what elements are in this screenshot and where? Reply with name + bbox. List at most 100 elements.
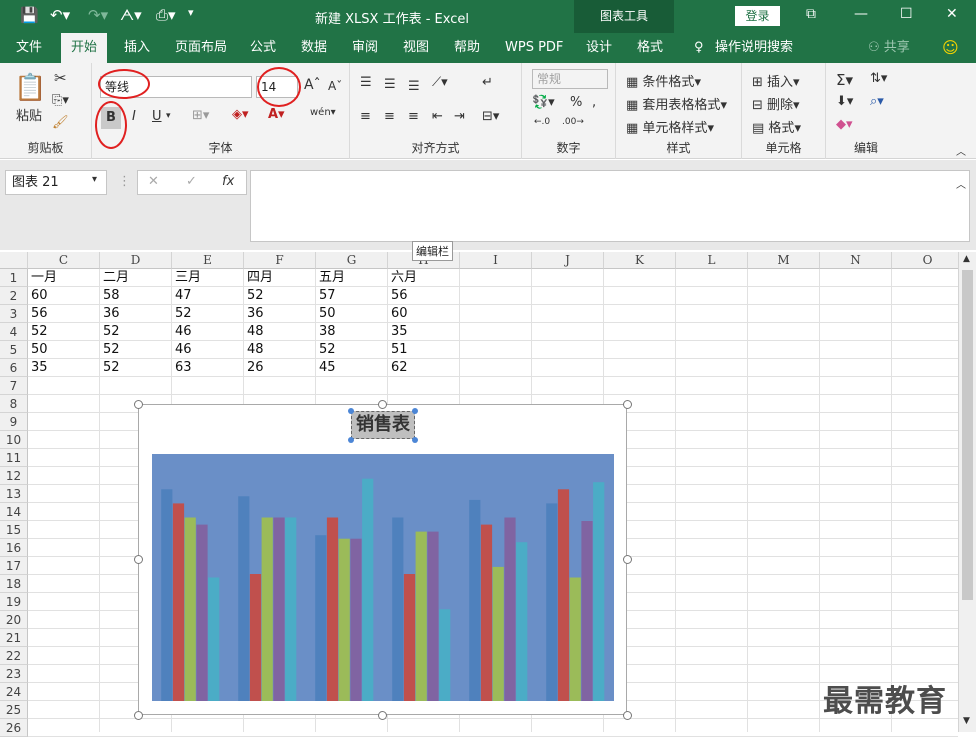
- column-header[interactable]: F: [244, 252, 316, 269]
- login-button[interactable]: 登录: [735, 6, 780, 26]
- paste-icon[interactable]: 📋: [14, 73, 46, 103]
- row-header[interactable]: 17: [0, 557, 28, 575]
- tab-insert[interactable]: 插入: [114, 33, 160, 63]
- chart-bar[interactable]: [184, 517, 196, 702]
- chart-bar[interactable]: [469, 499, 481, 701]
- comma-icon[interactable]: ,: [592, 95, 596, 110]
- wrap-text-icon[interactable]: ↵: [482, 75, 493, 90]
- share-button[interactable]: ⚇ 共享: [858, 33, 920, 63]
- table-cell[interactable]: 52: [316, 341, 388, 359]
- table-cell[interactable]: 50: [316, 305, 388, 323]
- insert-function-icon[interactable]: fx: [222, 174, 234, 189]
- top-align-icon[interactable]: ☰: [360, 75, 372, 90]
- column-header[interactable]: K: [604, 252, 676, 269]
- row-header[interactable]: 1: [0, 269, 28, 287]
- title-handle[interactable]: [412, 437, 418, 443]
- table-cell[interactable]: 52: [172, 305, 244, 323]
- resize-handle-br[interactable]: [623, 711, 632, 720]
- row-header[interactable]: 5: [0, 341, 28, 359]
- shrink-font-icon[interactable]: Aˇ: [328, 79, 342, 93]
- find-select-icon[interactable]: ⌕▾: [870, 94, 884, 109]
- resize-handle-tl[interactable]: [134, 400, 143, 409]
- align-left-icon[interactable]: ≡: [360, 109, 371, 124]
- chart-bar[interactable]: [161, 489, 173, 701]
- resize-handle-bl[interactable]: [134, 711, 143, 720]
- table-format-button[interactable]: ▦ 套用表格格式▾: [626, 94, 727, 113]
- column-header[interactable]: N: [820, 252, 892, 269]
- scroll-down-icon[interactable]: ▼: [963, 716, 970, 726]
- chart-title[interactable]: 销售表: [351, 411, 415, 439]
- chart-bar[interactable]: [415, 531, 427, 701]
- tab-data[interactable]: 数据: [291, 33, 337, 63]
- select-all-corner[interactable]: [0, 252, 28, 269]
- chart-bar[interactable]: [249, 574, 262, 701]
- table-cell[interactable]: 46: [172, 341, 244, 359]
- number-format-select[interactable]: 常规: [532, 69, 608, 89]
- table-cell[interactable]: 52: [100, 323, 172, 341]
- phonetic-icon[interactable]: wén▾: [310, 107, 336, 118]
- row-header[interactable]: 15: [0, 521, 28, 539]
- percent-icon[interactable]: %: [570, 95, 582, 110]
- copy-icon[interactable]: ⎘▾: [52, 93, 69, 108]
- row-header[interactable]: 8: [0, 395, 28, 413]
- format-painter-icon[interactable]: 🖌: [52, 115, 69, 130]
- cut-icon[interactable]: ✂: [54, 69, 67, 87]
- table-cell[interactable]: 52: [244, 287, 316, 305]
- table-cell[interactable]: 46: [172, 323, 244, 341]
- tab-design[interactable]: 设计: [576, 33, 622, 63]
- font-color-icon[interactable]: A▾: [268, 107, 285, 122]
- column-header[interactable]: D: [100, 252, 172, 269]
- increase-indent-icon[interactable]: ⇥: [454, 109, 465, 124]
- resize-handle-b[interactable]: [378, 711, 387, 720]
- middle-align-icon[interactable]: ☰: [384, 77, 396, 92]
- chart-bar[interactable]: [172, 503, 185, 701]
- row-header[interactable]: 2: [0, 287, 28, 305]
- autosum-icon[interactable]: Σ▾: [836, 71, 853, 89]
- row-header[interactable]: 21: [0, 629, 28, 647]
- title-handle[interactable]: [412, 408, 418, 414]
- format-painter-qa-icon[interactable]: ᗅ▾: [120, 6, 142, 24]
- scroll-up-icon[interactable]: ▲: [963, 254, 970, 264]
- smiley-icon[interactable]: ☺: [932, 33, 969, 63]
- row-header[interactable]: 3: [0, 305, 28, 323]
- table-cell[interactable]: 51: [388, 341, 460, 359]
- chart-bar[interactable]: [196, 524, 208, 701]
- print-preview-icon[interactable]: ⎙▾: [156, 6, 176, 24]
- tab-file[interactable]: 文件: [6, 33, 52, 63]
- formula-input[interactable]: [250, 170, 970, 242]
- column-header[interactable]: C: [28, 252, 100, 269]
- table-cell[interactable]: 26: [244, 359, 316, 377]
- chart-bar[interactable]: [208, 577, 220, 702]
- chart-bar[interactable]: [427, 531, 439, 701]
- table-cell[interactable]: 58: [100, 287, 172, 305]
- chart-bar[interactable]: [516, 542, 528, 701]
- row-header[interactable]: 24: [0, 683, 28, 701]
- align-center-icon[interactable]: ≡: [384, 109, 395, 124]
- column-header[interactable]: E: [172, 252, 244, 269]
- row-header[interactable]: 11: [0, 449, 28, 467]
- row-header[interactable]: 16: [0, 539, 28, 557]
- row-header[interactable]: 14: [0, 503, 28, 521]
- chart-bar[interactable]: [362, 478, 374, 701]
- chart-bar[interactable]: [439, 609, 451, 701]
- tab-review[interactable]: 审阅: [342, 33, 388, 63]
- insert-button[interactable]: ⊞ 插入▾: [752, 71, 800, 90]
- table-cell[interactable]: 36: [244, 305, 316, 323]
- underline-dropdown-icon[interactable]: ▾: [166, 111, 171, 121]
- table-cell[interactable]: 35: [388, 323, 460, 341]
- chart-bar[interactable]: [285, 517, 297, 702]
- column-header[interactable]: J: [532, 252, 604, 269]
- table-cell[interactable]: 六月: [388, 269, 460, 287]
- undo-icon[interactable]: ↶▾: [50, 6, 70, 24]
- column-header[interactable]: I: [460, 252, 532, 269]
- merge-center-icon[interactable]: ⊟▾: [482, 109, 499, 124]
- table-cell[interactable]: 二月: [100, 269, 172, 287]
- column-header[interactable]: L: [676, 252, 748, 269]
- scroll-thumb[interactable]: [962, 270, 973, 600]
- chart-bar[interactable]: [392, 517, 404, 702]
- table-cell[interactable]: 56: [388, 287, 460, 305]
- chart-bar[interactable]: [593, 482, 605, 701]
- table-cell[interactable]: 三月: [172, 269, 244, 287]
- row-header[interactable]: 7: [0, 377, 28, 395]
- row-header[interactable]: 13: [0, 485, 28, 503]
